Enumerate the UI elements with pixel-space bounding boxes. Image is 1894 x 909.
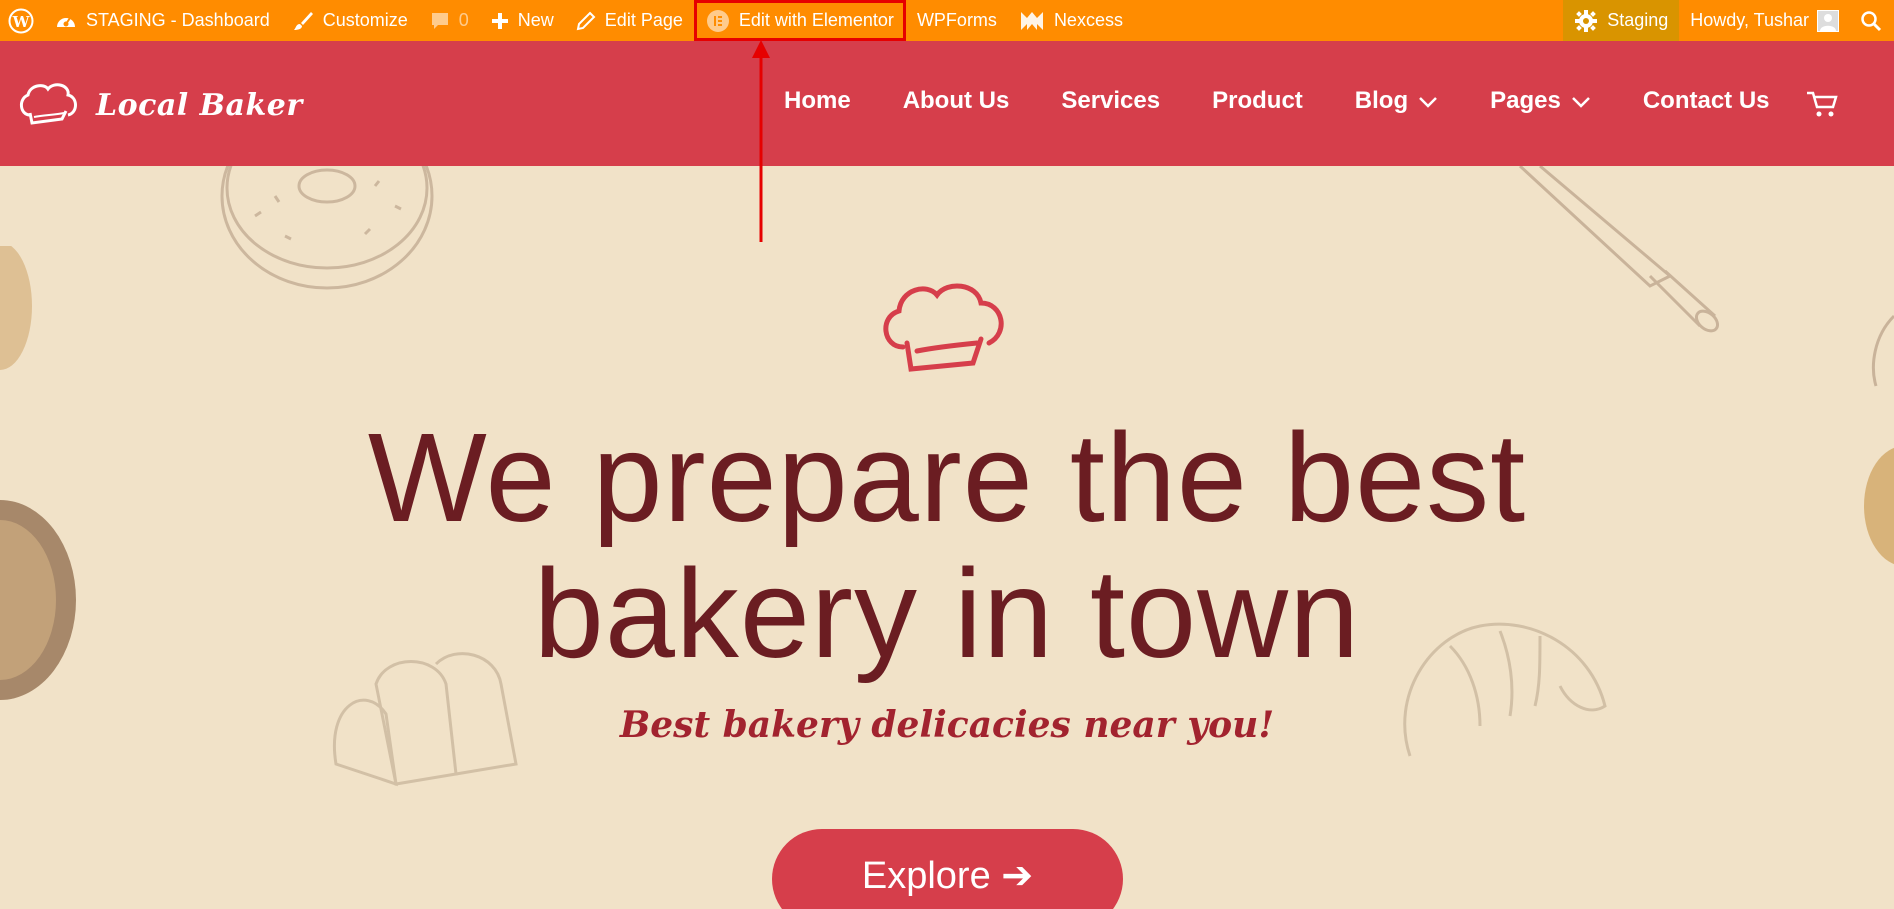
comment-icon: [430, 11, 450, 31]
search-icon: [1860, 10, 1882, 32]
wordpress-icon: W: [8, 8, 34, 34]
nexcess-link[interactable]: Nexcess: [1008, 0, 1134, 41]
nexcess-icon: [1019, 10, 1045, 32]
nav-home-label: Home: [784, 87, 851, 114]
annotation-arrow-icon: [752, 40, 770, 242]
svg-text:W: W: [12, 13, 31, 31]
staging-label: Staging: [1607, 10, 1669, 30]
gear-icon: [1574, 9, 1598, 33]
brush-icon: [292, 10, 314, 32]
nav-contact-label: Contact Us: [1642, 87, 1770, 114]
admin-bar-right: Staging Howdy, Tushar: [1563, 0, 1894, 41]
admin-search-button[interactable]: [1850, 0, 1894, 41]
hero-section: We prepare the best bakery in town Best …: [0, 166, 1894, 909]
site-logo-text: Local Baker: [96, 87, 303, 123]
site-header: Local Baker Home About Us Services Produ…: [0, 41, 1894, 166]
hero-headline: We prepare the best bakery in town: [0, 410, 1894, 682]
chef-hat-logo-icon: [18, 81, 80, 129]
nav-services[interactable]: Services: [1061, 87, 1160, 115]
nav-pages[interactable]: Pages: [1490, 87, 1591, 115]
edit-page-link[interactable]: Edit Page: [565, 0, 694, 41]
site-name-link[interactable]: STAGING - Dashboard: [44, 0, 281, 41]
customize-link[interactable]: Customize: [281, 0, 419, 41]
site-name-label: STAGING - Dashboard: [86, 10, 270, 30]
hero-tagline: Best bakery delicacies near you!: [619, 704, 1275, 746]
chef-hat-icon: [883, 283, 1004, 372]
avatar: [1817, 9, 1839, 32]
pencil-icon: [576, 11, 596, 31]
wp-admin-bar: W STAGING - Dashboard Customize 0 New Ed…: [0, 0, 1894, 41]
comments-count: 0: [458, 10, 469, 30]
elementor-icon: [706, 9, 730, 33]
nexcess-label: Nexcess: [1053, 10, 1123, 30]
edit-page-label: Edit Page: [604, 10, 683, 30]
chevron-down-icon: [1571, 87, 1591, 115]
nav-blog[interactable]: Blog: [1355, 87, 1438, 115]
bread-illustration-left: [0, 246, 32, 370]
cart-icon: [1805, 91, 1839, 123]
dashboard-icon: [55, 11, 77, 31]
nav-about-label: About Us: [902, 87, 1010, 114]
hero-headline-line2: bakery in town: [533, 543, 1361, 684]
edit-with-elementor-link[interactable]: Edit with Elementor: [693, 0, 906, 41]
wordpress-logo-button[interactable]: W: [0, 0, 44, 41]
my-account-link[interactable]: Howdy, Tushar: [1679, 0, 1850, 41]
staging-link[interactable]: Staging: [1563, 0, 1680, 41]
comments-link[interactable]: 0: [419, 0, 480, 41]
edit-elementor-label: Edit with Elementor: [738, 10, 894, 30]
donut-illustration: [220, 166, 434, 290]
new-label: New: [517, 10, 554, 30]
site-logo[interactable]: Local Baker: [18, 81, 303, 129]
nav-about-us[interactable]: About Us: [903, 87, 1010, 115]
nav-pages-label: Pages: [1490, 87, 1561, 114]
plus-icon: [491, 12, 509, 30]
hero-headline-line1: We prepare the best: [367, 407, 1527, 548]
nav-product[interactable]: Product: [1212, 87, 1303, 115]
nav-home[interactable]: Home: [784, 87, 851, 115]
rolling-pin-illustration: [1518, 166, 1720, 333]
explore-button[interactable]: Explore ➔: [772, 829, 1123, 909]
nav-contact-us[interactable]: Contact Us: [1643, 87, 1770, 115]
wpforms-link[interactable]: WPForms: [906, 0, 1008, 41]
wpforms-label: WPForms: [916, 10, 997, 30]
cart-button[interactable]: [1805, 89, 1839, 123]
nav-services-label: Services: [1061, 87, 1161, 114]
main-navigation: Home About Us Services Product Blog Page…: [784, 87, 1822, 115]
new-content-link[interactable]: New: [480, 0, 565, 41]
howdy-label: Howdy, Tushar: [1690, 10, 1809, 30]
chevron-down-icon: [1418, 87, 1438, 115]
nav-blog-label: Blog: [1354, 87, 1409, 114]
nav-product-label: Product: [1212, 87, 1303, 114]
customize-label: Customize: [322, 10, 408, 30]
